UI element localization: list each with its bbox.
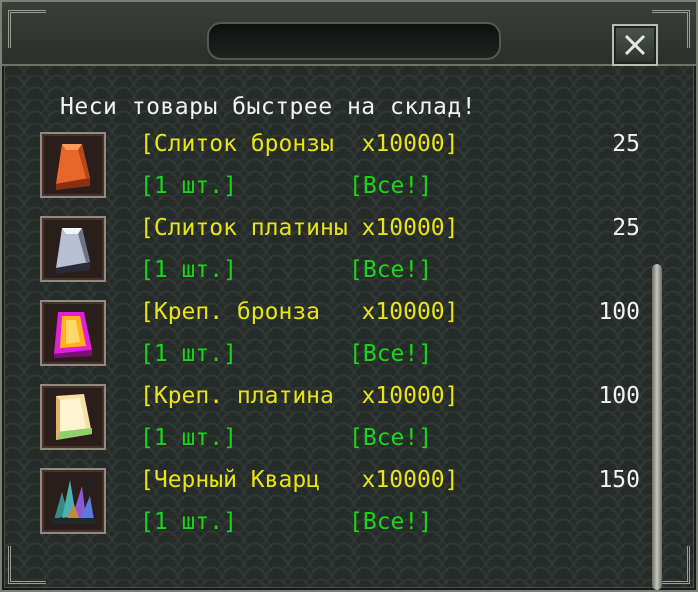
take-all-button[interactable]: [Все!] bbox=[349, 173, 432, 199]
header-text: Неси товары быстрее на склад! bbox=[60, 94, 477, 120]
item-price: 100 bbox=[598, 383, 640, 409]
take-one-button[interactable]: [1 шт.] bbox=[140, 509, 237, 535]
corner-ornament-top-right bbox=[652, 10, 690, 48]
take-one-button[interactable]: [1 шт.] bbox=[140, 257, 237, 283]
scrollbar[interactable] bbox=[652, 264, 662, 590]
take-all-button[interactable]: [Все!] bbox=[349, 509, 432, 535]
warehouse-dialog: Неси товары быстрее на склад! [Слиток бр… bbox=[0, 0, 698, 592]
item-price: 25 bbox=[612, 131, 640, 157]
take-all-button[interactable]: [Все!] bbox=[349, 257, 432, 283]
item-price: 25 bbox=[612, 215, 640, 241]
close-icon bbox=[624, 34, 646, 56]
take-all-button[interactable]: [Все!] bbox=[349, 425, 432, 451]
take-one-button[interactable]: [1 шт.] bbox=[140, 425, 237, 451]
list-item: [Креп. бронза x10000] 100 [1 шт.] [Все!] bbox=[40, 299, 640, 384]
take-one-button[interactable]: [1 шт.] bbox=[140, 173, 237, 199]
list-item: [Слиток бронзы x10000] 25 [1 шт.] [Все!] bbox=[40, 131, 640, 216]
item-name: [Слиток бронзы x10000] bbox=[140, 131, 459, 157]
item-price: 100 bbox=[598, 299, 640, 325]
list-item: [Черный Кварц x10000] 150 [1 шт.] [Все!] bbox=[40, 467, 640, 552]
bronze-ingot-icon bbox=[40, 132, 106, 198]
reinforced-platinum-icon bbox=[40, 384, 106, 450]
item-name: [Креп. платина x10000] bbox=[140, 383, 459, 409]
take-all-button[interactable]: [Все!] bbox=[349, 341, 432, 367]
item-name: [Слиток платины x10000] bbox=[140, 215, 459, 241]
list-item: [Слиток платины x10000] 25 [1 шт.] [Все!… bbox=[40, 215, 640, 300]
take-one-button[interactable]: [1 шт.] bbox=[140, 341, 237, 367]
list-item: [Креп. платина x10000] 100 [1 шт.] [Все!… bbox=[40, 383, 640, 468]
window-title bbox=[207, 22, 501, 60]
reinforced-bronze-icon bbox=[40, 300, 106, 366]
item-price: 150 bbox=[598, 467, 640, 493]
corner-ornament-top-left bbox=[8, 10, 46, 48]
item-name: [Черный Кварц x10000] bbox=[140, 467, 459, 493]
item-name: [Креп. бронза x10000] bbox=[140, 299, 459, 325]
platinum-ingot-icon bbox=[40, 216, 106, 282]
black-quartz-icon bbox=[40, 468, 106, 534]
title-bar bbox=[2, 2, 696, 66]
